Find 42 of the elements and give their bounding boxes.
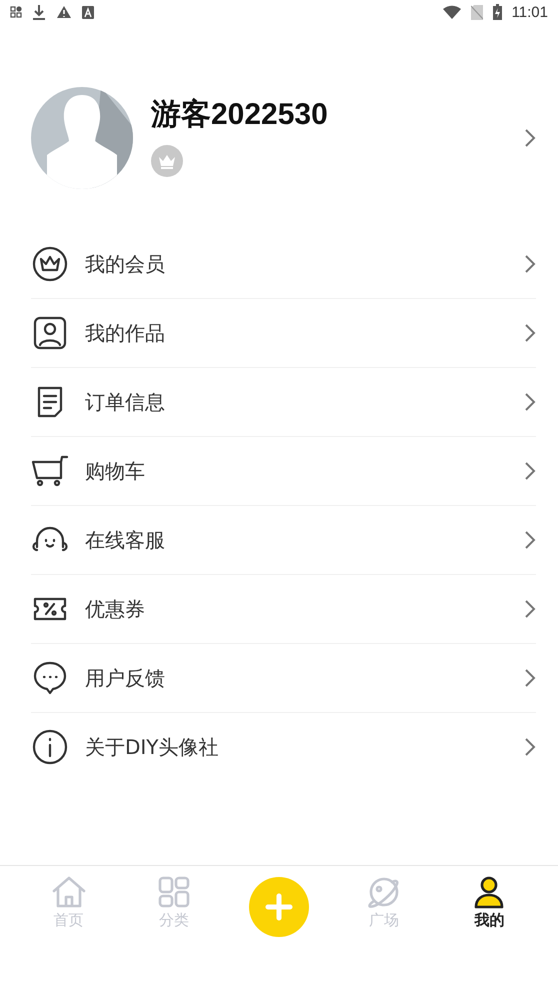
portrait-icon	[31, 314, 69, 352]
chevron-right-icon	[524, 668, 536, 688]
menu-label: 购物车	[85, 458, 146, 484]
grid-icon	[10, 6, 22, 18]
chevron-right-icon	[524, 128, 536, 148]
chevron-right-icon	[524, 254, 536, 274]
no-sim-icon	[470, 4, 483, 20]
menu-item[interactable]: 订单信息	[31, 368, 536, 437]
menu-item[interactable]: 在线客服	[31, 506, 536, 575]
menu-label: 我的作品	[85, 320, 166, 346]
home-icon	[50, 875, 87, 909]
chevron-right-icon	[524, 323, 536, 343]
menu-item[interactable]: 购物车	[31, 437, 536, 506]
menu-label: 关于DIY头像社	[85, 734, 220, 760]
menu-label: 用户反馈	[85, 664, 166, 692]
menu-item[interactable]: 关于DIY头像社	[31, 713, 536, 781]
chevron-right-icon	[524, 599, 536, 619]
user-name: 游客2022530	[151, 96, 329, 132]
download-icon	[32, 4, 46, 20]
menu-label: 优惠券	[85, 596, 146, 622]
battery-icon	[492, 4, 502, 20]
grid-icon	[156, 875, 192, 909]
crown-icon	[31, 245, 69, 283]
menu-label: 在线客服	[85, 526, 166, 554]
menu-item[interactable]: 用户反馈	[31, 644, 536, 713]
menu-item[interactable]: 我的作品	[31, 299, 536, 368]
menu-label: 我的会员	[85, 250, 166, 278]
menu-item[interactable]: 我的会员	[31, 230, 536, 299]
chat-icon	[31, 659, 69, 697]
plus-icon	[265, 893, 293, 921]
chevron-right-icon	[524, 461, 536, 481]
warning-icon	[56, 5, 72, 19]
status-time: 11:01	[512, 4, 548, 20]
chevron-right-icon	[524, 737, 536, 757]
wifi-icon	[442, 5, 461, 19]
chevron-right-icon	[524, 530, 536, 550]
chevron-right-icon	[524, 392, 536, 412]
info-icon	[31, 728, 69, 766]
tab[interactable]: 我的	[436, 866, 542, 930]
menu-item[interactable]: 优惠券	[31, 575, 536, 644]
menu-label: 订单信息	[85, 388, 166, 416]
keyboard-icon	[82, 6, 94, 18]
